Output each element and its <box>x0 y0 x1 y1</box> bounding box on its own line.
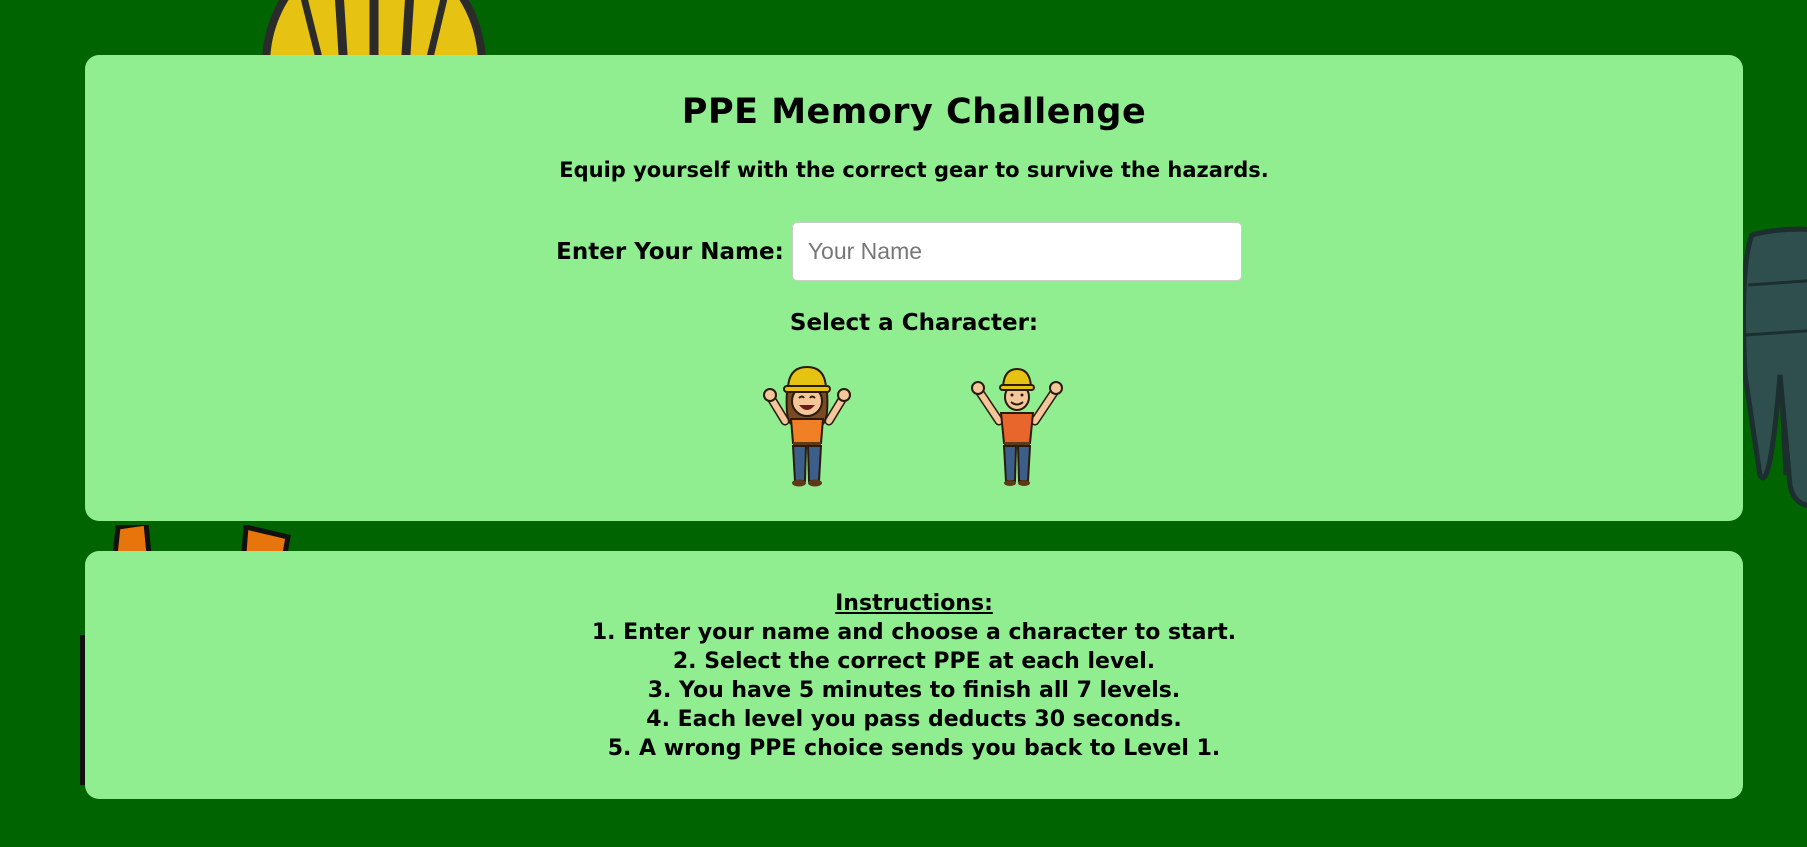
page-title: PPE Memory Challenge <box>681 92 1147 132</box>
page-subtitle: Equip yourself with the correct gear to … <box>559 158 1269 182</box>
name-form: Enter Your Name: <box>85 222 1743 281</box>
instructions-heading: Instructions: <box>835 591 993 616</box>
instruction-item: 4. Each level you pass deducts 30 second… <box>646 707 1182 732</box>
male-construction-worker-icon[interactable] <box>967 363 1067 488</box>
instructions-card: Instructions: 1. Enter your name and cho… <box>85 551 1743 799</box>
name-label: Enter Your Name: <box>556 238 784 265</box>
instruction-item: 2. Select the correct PPE at each level. <box>672 649 1156 674</box>
character-select-label: Select a Character: <box>789 310 1039 336</box>
setup-card: PPE Memory Challenge Equip yourself with… <box>85 55 1743 521</box>
glove-icon <box>1741 226 1807 508</box>
instruction-item: 3. You have 5 minutes to finish all 7 le… <box>647 678 1181 703</box>
instruction-item: 5. A wrong PPE choice sends you back to … <box>607 736 1221 761</box>
name-input[interactable] <box>791 222 1242 281</box>
instructions: Instructions: 1. Enter your name and cho… <box>85 589 1743 763</box>
female-construction-worker-icon[interactable] <box>757 363 857 488</box>
instruction-item: 1. Enter your name and choose a characte… <box>591 620 1237 645</box>
